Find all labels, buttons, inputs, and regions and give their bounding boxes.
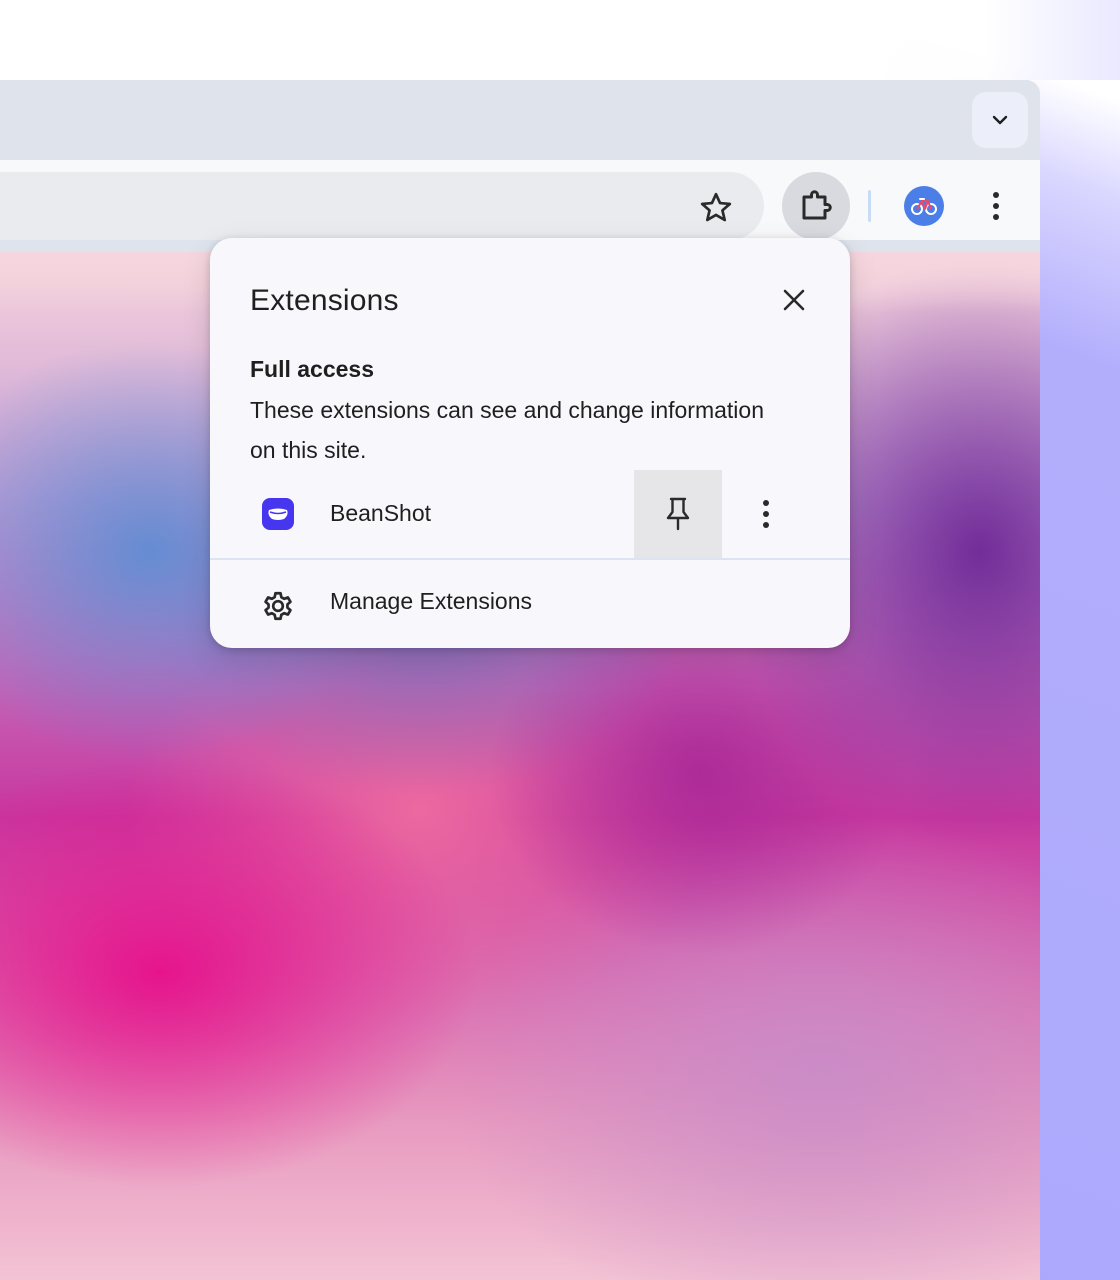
extension-name: BeanShot (330, 500, 432, 526)
vertical-dots-icon (763, 500, 769, 528)
close-icon (783, 289, 805, 311)
popup-title: Extensions (250, 284, 399, 317)
pin-icon (666, 497, 690, 531)
extensions-button[interactable] (782, 172, 850, 240)
bicycle-icon (911, 198, 937, 215)
vertical-dots-icon (993, 192, 999, 220)
gear-icon (258, 586, 298, 626)
chevron-down-icon (992, 115, 1008, 125)
browser-menu-button[interactable] (976, 186, 1016, 226)
beanshot-icon (262, 498, 294, 530)
desktop-backdrop-top (0, 0, 1120, 80)
extension-row[interactable]: BeanShot (210, 470, 850, 558)
extensions-popup: Extensions Full access These extensions … (210, 238, 850, 648)
star-icon (700, 192, 732, 222)
browser-toolbar (0, 160, 1040, 240)
extension-more-button[interactable] (746, 494, 786, 534)
profile-avatar[interactable] (904, 186, 944, 226)
puzzle-piece-icon (802, 190, 832, 220)
pin-button[interactable] (634, 470, 722, 558)
manage-extensions-label: Manage Extensions (330, 588, 533, 614)
address-bar[interactable] (0, 172, 764, 240)
section-description: These extensions can see and change info… (250, 397, 764, 463)
tab-strip (0, 80, 1040, 160)
close-button[interactable] (774, 280, 814, 320)
tab-search-button[interactable] (972, 92, 1028, 148)
bookmark-button[interactable] (690, 182, 742, 234)
toolbar-separator (868, 190, 871, 222)
section-heading: Full access (250, 356, 375, 382)
manage-extensions-item[interactable]: Manage Extensions (210, 560, 850, 648)
